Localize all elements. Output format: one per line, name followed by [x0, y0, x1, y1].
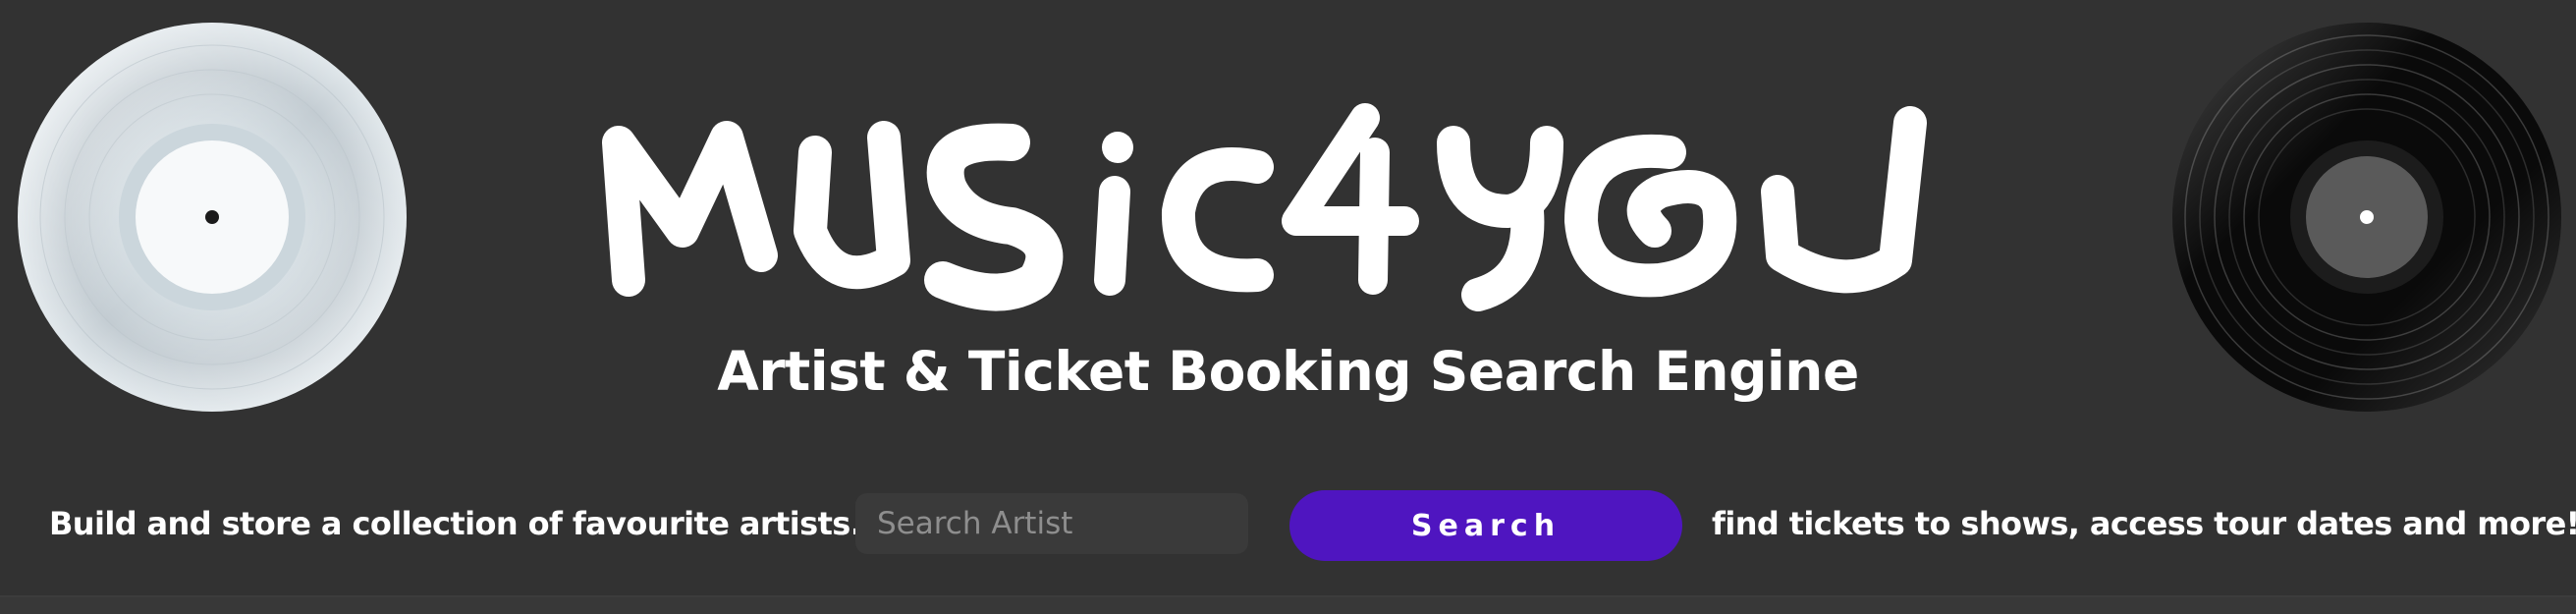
bottom-divider — [0, 595, 2576, 614]
search-button[interactable]: Search — [1289, 490, 1682, 561]
page-subtitle: Artist & Ticket Booking Search Engine — [717, 340, 1859, 403]
search-bar: Build and store a collection of favourit… — [0, 487, 2576, 566]
search-input[interactable] — [855, 493, 1248, 554]
app-logo — [589, 84, 1984, 319]
tagline-right: find tickets to shows, access tour dates… — [1712, 505, 2576, 542]
tagline-left: Build and store a collection of favourit… — [49, 505, 885, 542]
